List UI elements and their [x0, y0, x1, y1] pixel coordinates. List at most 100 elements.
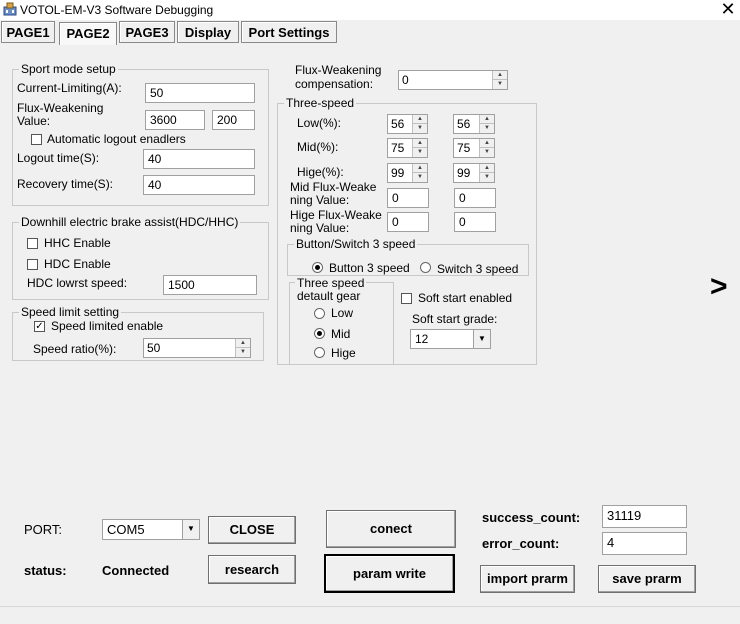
flux-compensation-label: Flux-Weakening compensation: [295, 63, 382, 91]
gear-low-label: Low [331, 306, 354, 320]
gear-mid-radio[interactable] [314, 328, 325, 339]
status-value: Connected [102, 563, 170, 578]
close-port-button[interactable]: CLOSE [208, 516, 296, 544]
chevron-down-icon[interactable]: ▼ [182, 520, 199, 539]
bottom-edge [0, 606, 740, 624]
hdc-enable-checkbox[interactable] [27, 259, 38, 270]
tab-page1[interactable]: PAGE1 [1, 21, 55, 43]
soft-start-checkbox[interactable] [401, 293, 412, 304]
flux-weakening-label: Flux-Weakening Value: [17, 101, 104, 128]
research-button[interactable]: research [208, 555, 296, 584]
spin-up-icon[interactable]: ▲ [480, 115, 494, 124]
gear-mid-label: Mid [331, 327, 351, 341]
default-gear-legend: Three speed detault gear [295, 276, 367, 303]
spin-down-icon[interactable]: ▼ [413, 124, 427, 133]
tab-display[interactable]: Display [177, 21, 239, 43]
mid-flux-input-2[interactable]: 0 [454, 188, 496, 208]
soft-start-enabled-label: Soft start enabled [418, 291, 513, 305]
spin-down-icon[interactable]: ▼ [493, 80, 507, 89]
spin-up-icon[interactable]: ▲ [480, 164, 494, 173]
port-value: COM5 [107, 522, 145, 537]
connect-button[interactable]: conect [326, 510, 456, 548]
low-percent-value-2: 56 [457, 117, 471, 131]
tab-page3[interactable]: PAGE3 [119, 21, 175, 43]
gear-high-label: Hige [331, 346, 356, 360]
mid-percent-spinner-1[interactable]: 75 ▲ ▼ [387, 138, 428, 158]
auto-logout-label: Automatic logout enadlers [47, 132, 186, 146]
speed-limit-legend: Speed limit setting [19, 305, 122, 319]
spin-up-icon[interactable]: ▲ [413, 164, 427, 173]
high-percent-label: Hige(%): [297, 165, 344, 179]
spin-up-icon[interactable]: ▲ [236, 339, 250, 348]
soft-start-grade-value: 12 [415, 332, 429, 346]
mid-flux-input-1[interactable]: 0 [387, 188, 429, 208]
downhill-legend: Downhill electric brake assist(HDC/HHC) [19, 215, 241, 229]
speed-limited-label: Speed limited enable [51, 319, 164, 333]
gear-high-radio[interactable] [314, 347, 325, 358]
spin-down-icon[interactable]: ▼ [480, 148, 494, 157]
high-percent-spinner-1[interactable]: 99 ▲ ▼ [387, 163, 428, 183]
speed-limited-checkbox[interactable]: ✓ [34, 321, 45, 332]
low-percent-value-1: 56 [391, 117, 405, 131]
spin-down-icon[interactable]: ▼ [480, 124, 494, 133]
flux-weakening-input-2[interactable]: 200 [212, 110, 255, 130]
speed-ratio-spinner[interactable]: 50 ▲ ▼ [143, 338, 251, 358]
recovery-time-label: Recovery time(S): [17, 177, 114, 191]
mid-percent-label: Mid(%): [297, 140, 339, 154]
success-count-label: success_count: [482, 510, 581, 525]
soft-start-grade-label: Soft start grade: [412, 312, 498, 326]
next-page-arrow-icon[interactable]: > [710, 270, 728, 304]
spin-down-icon[interactable]: ▼ [480, 173, 494, 182]
button-switch-legend: Button/Switch 3 speed [294, 237, 418, 251]
hdc-lowest-speed-input[interactable]: 1500 [163, 275, 257, 295]
speed-ratio-label: Speed ratio(%): [33, 342, 117, 356]
spin-up-icon[interactable]: ▲ [493, 71, 507, 80]
error-count-input[interactable]: 4 [602, 532, 687, 555]
spin-down-icon[interactable]: ▼ [413, 148, 427, 157]
spin-up-icon[interactable]: ▲ [413, 115, 427, 124]
current-limiting-input[interactable]: 50 [145, 83, 255, 103]
recovery-time-input[interactable]: 40 [143, 175, 255, 195]
port-select[interactable]: COM5 ▼ [102, 519, 200, 540]
sport-mode-legend: Sport mode setup [19, 62, 118, 76]
close-icon[interactable]: ✕ [718, 0, 738, 20]
logout-time-input[interactable]: 40 [143, 149, 255, 169]
save-param-button[interactable]: save prarm [598, 565, 696, 593]
current-limiting-label: Current-Limiting(A): [17, 81, 122, 95]
low-percent-spinner-1[interactable]: 56 ▲ ▼ [387, 114, 428, 134]
low-percent-spinner-2[interactable]: 56 ▲ ▼ [453, 114, 495, 134]
spin-up-icon[interactable]: ▲ [413, 139, 427, 148]
flux-weakening-input-1[interactable]: 3600 [145, 110, 205, 130]
switch-3-speed-radio[interactable] [420, 262, 431, 273]
status-label: status: [24, 563, 67, 578]
tab-port-settings[interactable]: Port Settings [241, 21, 337, 43]
three-speed-legend: Three-speed [284, 96, 357, 110]
import-param-button[interactable]: import prarm [480, 565, 575, 593]
chevron-down-icon[interactable]: ▼ [473, 330, 490, 348]
high-flux-input-2[interactable]: 0 [454, 212, 496, 232]
success-count-input[interactable]: 31119 [602, 505, 687, 528]
spin-down-icon[interactable]: ▼ [236, 348, 250, 357]
low-percent-label: Low(%): [297, 116, 342, 130]
auto-logout-checkbox[interactable] [31, 134, 42, 145]
error-count-label: error_count: [482, 536, 560, 551]
flux-compensation-spinner[interactable]: 0 ▲ ▼ [398, 70, 508, 90]
mid-flux-label: Mid Flux-Weake ning Value: [290, 180, 377, 207]
hhc-enable-checkbox[interactable] [27, 238, 38, 249]
port-label: PORT: [24, 522, 63, 537]
spin-up-icon[interactable]: ▲ [480, 139, 494, 148]
param-write-button[interactable]: param write [324, 554, 455, 593]
mid-percent-spinner-2[interactable]: 75 ▲ ▼ [453, 138, 495, 158]
button-3-speed-label: Button 3 speed [329, 261, 410, 275]
button-3-speed-radio[interactable] [312, 262, 323, 273]
soft-start-grade-select[interactable]: 12 ▼ [410, 329, 491, 349]
flux-compensation-value: 0 [402, 73, 409, 87]
gear-low-radio[interactable] [314, 308, 325, 319]
high-percent-spinner-2[interactable]: 99 ▲ ▼ [453, 163, 495, 183]
hhc-enable-label: HHC Enable [44, 236, 111, 250]
spin-down-icon[interactable]: ▼ [413, 173, 427, 182]
tab-page2[interactable]: PAGE2 [59, 22, 117, 45]
high-flux-input-1[interactable]: 0 [387, 212, 429, 232]
hdc-lowest-speed-label: HDC lowrst speed: [27, 276, 128, 290]
window-title: VOTOL-EM-V3 Software Debugging [20, 3, 214, 17]
